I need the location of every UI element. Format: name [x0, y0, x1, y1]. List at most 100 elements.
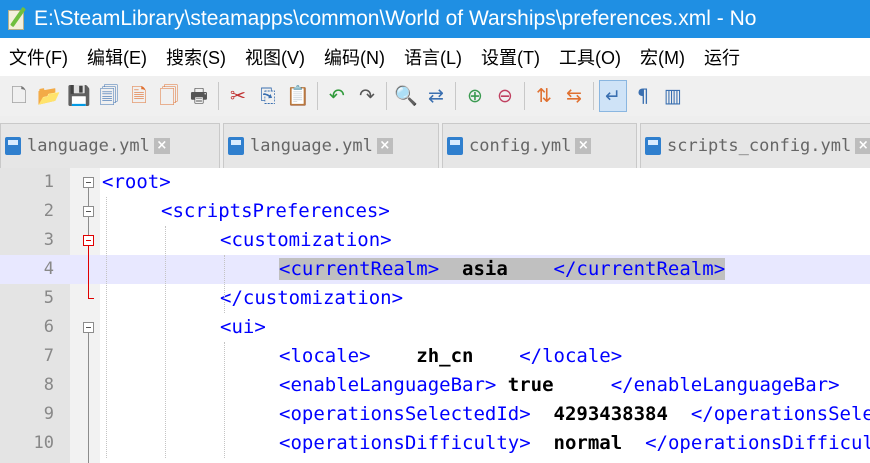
menu-item[interactable]: 宏(M) — [631, 44, 695, 70]
redo-button[interactable]: ↷ — [354, 81, 380, 111]
toolbar-separator — [218, 82, 219, 110]
toolbar: 🗋 📂 💾 🗐 🗎 🗍 🖶 ✂ ⎘ 📋 ↶ ↷ 🔍 ⇄ ⊕ ⊖ ⇅ ⇆ ↵ ¶ ▥ — [0, 76, 870, 117]
fold-toggle-icon[interactable] — [83, 235, 94, 246]
indent-guide-button[interactable]: ▥ — [660, 81, 686, 111]
xml-value: true — [496, 374, 611, 396]
indent-guide — [224, 342, 226, 458]
menu-item[interactable]: 运行 — [695, 44, 750, 70]
open-file-icon: 📂 — [37, 84, 61, 107]
tab-close-icon[interactable]: × — [376, 138, 393, 154]
code-line[interactable]: 4 <currentRealm> asia </currentRealm> — [0, 255, 870, 284]
close-all-icon: 🗍 — [159, 84, 179, 107]
show-all-chars-button[interactable]: ¶ — [630, 81, 656, 111]
indent-guide — [106, 197, 108, 458]
code-text: <operationsSelectedId> 4293438384 </oper… — [279, 400, 870, 429]
tab-close-icon[interactable]: × — [153, 138, 170, 154]
code-line[interactable]: 5 </customization> — [0, 284, 870, 313]
replace-icon: ⇄ — [428, 84, 444, 107]
cut-button[interactable]: ✂ — [225, 81, 251, 111]
close-all-button[interactable]: 🗍 — [156, 81, 182, 111]
code-text: <enableLanguageBar> true </enableLanguag… — [279, 371, 840, 400]
code-line[interactable]: 7 <locale> zh_cn </locale> — [0, 342, 870, 371]
line-number: 1 — [43, 172, 54, 192]
show-all-chars-icon: ¶ — [636, 84, 650, 107]
find-icon: 🔍 — [394, 84, 418, 107]
paste-button[interactable]: 📋 — [285, 81, 311, 111]
toolbar-separator — [524, 82, 525, 110]
save-all-icon: 🗐 — [99, 84, 119, 107]
xml-value: normal — [530, 432, 646, 454]
word-wrap-icon: ↵ — [605, 84, 621, 107]
xml-tag: <currentRealm> — [279, 258, 440, 280]
zoom-in-button[interactable]: ⊕ — [462, 81, 488, 111]
saved-file-icon — [228, 137, 244, 155]
file-tab[interactable]: language.yml × — [0, 123, 220, 168]
code-text: </customization> — [220, 284, 403, 313]
line-number: 3 — [43, 230, 54, 250]
fold-end-marker — [88, 298, 94, 299]
xml-tag: <locale> — [279, 345, 371, 367]
menu-item[interactable]: 语言(L) — [395, 44, 472, 70]
code-text: <scriptsPreferences> — [161, 197, 390, 226]
fold-line — [88, 246, 89, 298]
code-line[interactable]: 10 <operationsDifficulty> normal </operat… — [0, 429, 870, 458]
fold-toggle-icon[interactable] — [83, 177, 94, 188]
xml-value: zh_cn — [370, 345, 520, 367]
xml-value: 4293438384 — [530, 403, 691, 425]
code-line[interactable]: 2 <scriptsPreferences> — [0, 197, 870, 226]
find-button[interactable]: 🔍 — [393, 81, 419, 111]
replace-button[interactable]: ⇄ — [423, 81, 449, 111]
code-line[interactable]: 8 <enableLanguageBar> true </enableLangua… — [0, 371, 870, 400]
file-tab[interactable]: scripts_config.yml × — [640, 123, 870, 168]
code-editor[interactable]: 1 <root> 2 <scriptsPreferences> 3 <customizat… — [0, 168, 870, 463]
copy-button[interactable]: ⎘ — [255, 81, 281, 111]
tab-label: language.yml — [250, 136, 373, 156]
menu-item[interactable]: 工具(O) — [550, 44, 631, 70]
file-tab[interactable]: language.yml × — [223, 123, 439, 168]
indent-guide — [224, 255, 226, 313]
menu-item[interactable]: 编码(N) — [315, 44, 395, 70]
open-file-button[interactable]: 📂 — [36, 81, 62, 111]
code-line[interactable]: 1 <root> — [0, 168, 870, 197]
close-button[interactable]: 🗎 — [126, 81, 152, 111]
zoom-out-icon: ⊖ — [497, 84, 513, 107]
indent-guide-icon: ▥ — [664, 84, 682, 107]
undo-button[interactable]: ↶ — [324, 81, 350, 111]
xml-tag: </customization> — [220, 287, 404, 309]
title-bar: E:\SteamLibrary\steamapps\common\World o… — [0, 0, 870, 38]
code-text: <ui> — [220, 313, 266, 342]
file-tab[interactable]: config.yml × — [442, 123, 637, 168]
xml-tag: </currentRealm> — [553, 258, 726, 280]
saved-file-icon — [645, 137, 661, 155]
save-button[interactable]: 💾 — [66, 81, 92, 111]
new-file-button[interactable]: 🗋 — [6, 81, 32, 111]
zoom-in-icon: ⊕ — [467, 84, 483, 107]
paste-icon: 📋 — [286, 84, 310, 107]
line-number: 5 — [43, 288, 54, 308]
menu-item[interactable]: 编辑(E) — [78, 44, 157, 70]
sync-horizontal-button[interactable]: ⇆ — [561, 81, 587, 111]
code-line[interactable]: 3 <customization> — [0, 226, 870, 255]
save-all-button[interactable]: 🗐 — [96, 81, 122, 111]
zoom-out-button[interactable]: ⊖ — [492, 81, 518, 111]
menu-item[interactable]: 文件(F) — [0, 44, 78, 70]
print-icon: 🖶 — [190, 84, 208, 107]
sync-vertical-button[interactable]: ⇅ — [531, 81, 557, 111]
cut-icon: ✂ — [230, 84, 246, 107]
xml-tag: <ui> — [220, 316, 266, 338]
word-wrap-button[interactable]: ↵ — [599, 80, 627, 112]
menu-item[interactable]: 视图(V) — [236, 44, 315, 70]
fold-line — [88, 333, 89, 463]
menu-item[interactable]: 设置(T) — [472, 44, 550, 70]
code-line[interactable]: 9 <operationsSelectedId> 4293438384 </ope… — [0, 400, 870, 429]
fold-toggle-icon[interactable] — [83, 322, 94, 333]
new-file-icon: 🗋 — [11, 84, 27, 107]
code-line[interactable]: 6 <ui> — [0, 313, 870, 342]
tab-close-icon[interactable]: × — [575, 138, 592, 154]
fold-toggle-icon[interactable] — [83, 206, 94, 217]
tab-bar: language.yml × language.yml × config.yml × scr… — [0, 116, 870, 168]
tab-close-icon[interactable]: × — [855, 138, 870, 154]
xml-value: asia — [439, 258, 554, 280]
menu-item[interactable]: 搜索(S) — [157, 44, 236, 70]
print-button[interactable]: 🖶 — [186, 81, 212, 111]
